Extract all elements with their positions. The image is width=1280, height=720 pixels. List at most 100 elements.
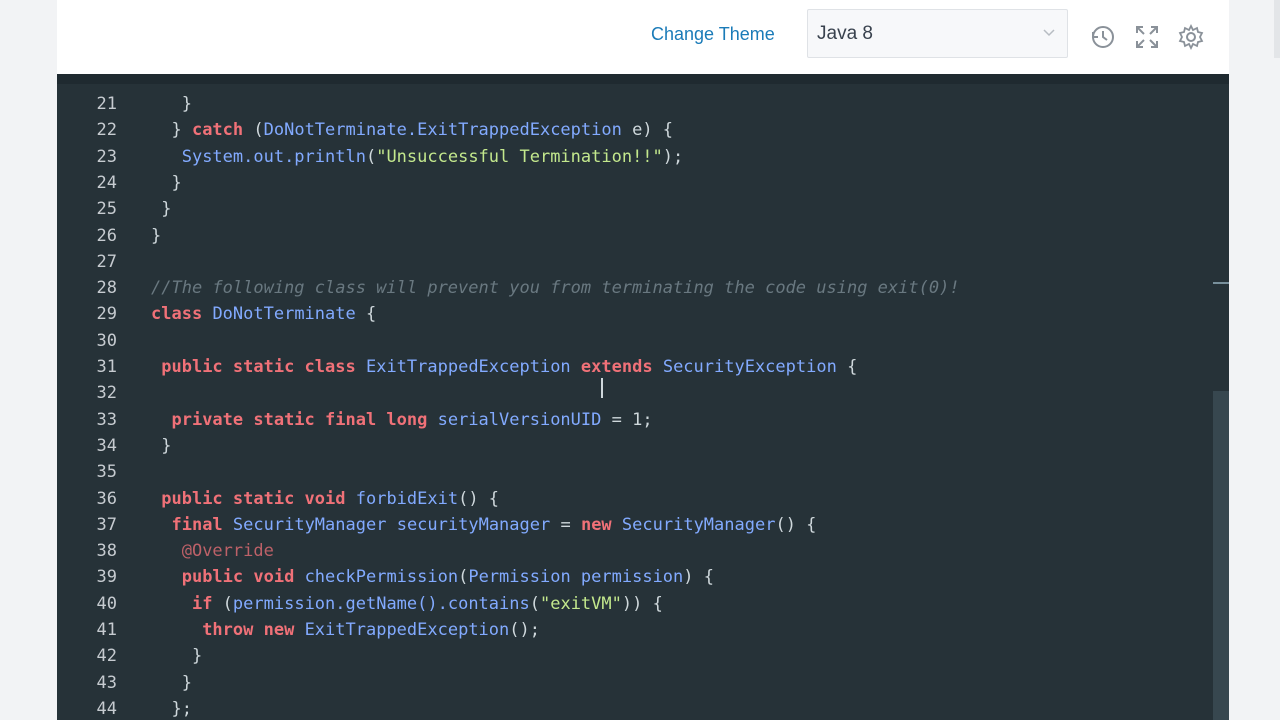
code-token: } (151, 94, 192, 114)
code-token: public void (181, 567, 295, 588)
change-theme-link[interactable]: Change Theme (651, 24, 775, 45)
line-number: 21 (96, 94, 117, 114)
line-number: 28 (96, 278, 117, 299)
code-token: } (151, 120, 192, 141)
code-line: } catch (DoNotTerminate.ExitTrappedExcep… (151, 120, 673, 140)
language-select[interactable]: Java 8 (807, 9, 1068, 58)
scrollbar-thumb[interactable] (1213, 391, 1229, 720)
code-token: } (151, 646, 203, 667)
code-line: } (151, 226, 161, 246)
code-token: { (836, 357, 858, 377)
code-line: if (permission.getName().contains("exitV… (151, 594, 663, 614)
code-token: public static class (161, 357, 356, 377)
line-number: 25 (96, 199, 117, 220)
code-token: public static void (161, 488, 346, 509)
line-number: 40 (96, 593, 117, 614)
code-line: @Override (151, 541, 274, 561)
settings-icon[interactable] (1177, 23, 1205, 51)
code-token: class (151, 304, 203, 325)
code-line: public static class ExitTrappedException… (151, 357, 857, 377)
line-number: 34 (96, 435, 117, 456)
code-token: DoNotTerminate.ExitTrappedException (263, 120, 622, 141)
code-token: ) { (683, 567, 714, 588)
code-token: { (355, 304, 377, 325)
code-token: } (151, 435, 172, 456)
code-token: = 1; (601, 409, 653, 430)
code-line: public static void forbidExit() { (151, 489, 499, 509)
line-number: 24 (96, 172, 117, 193)
code-token: ExitTrappedException (365, 357, 571, 377)
code-token: private static final long (171, 409, 428, 430)
editor-scrollbar[interactable] (1213, 84, 1229, 720)
code-line: } (151, 94, 192, 114)
code-token: new (580, 514, 612, 535)
code-token: () { (775, 514, 817, 535)
code-token: checkPermission (304, 567, 459, 588)
line-number: 32 (96, 383, 117, 404)
page-edge-mark (1274, 0, 1280, 58)
line-number: 38 (96, 541, 117, 562)
code-token: if (191, 593, 213, 614)
code-line: private static final long serialVersionU… (151, 409, 653, 430)
code-line: public void checkPermission(Permission p… (151, 567, 714, 587)
line-number: 44 (96, 698, 117, 719)
code-token: )) { (621, 593, 663, 614)
code-line: System.out.println("Unsuccessful Termina… (151, 146, 684, 167)
page-right-margin (1229, 0, 1280, 720)
line-number: 26 (96, 225, 117, 246)
line-number: 39 (96, 567, 117, 588)
code-token: = (550, 514, 581, 535)
code-token: e) { (621, 120, 674, 141)
code-token: serialVersionUID (437, 409, 602, 430)
fullscreen-icon[interactable] (1133, 23, 1161, 51)
code-token: } (151, 225, 162, 246)
code-token: ( (458, 567, 469, 588)
code-line: }; (151, 699, 191, 719)
line-number: 29 (96, 304, 117, 325)
line-number: 42 (96, 646, 117, 667)
code-token: ( (212, 593, 233, 614)
code-line: } (151, 673, 192, 693)
code-token: SecurityException (662, 357, 837, 377)
code-token: ( (243, 120, 264, 141)
code-token: ); (662, 146, 684, 167)
code-token: @Override (181, 541, 274, 562)
code-token: } (151, 172, 182, 193)
code-token: System.out.println (181, 146, 366, 167)
code-editor[interactable]: 21 22 23 24 25 26 27 28 29 30 31 32 33 34 35 36 37 38 39 40… (57, 74, 1229, 720)
code-token: forbidExit (355, 488, 459, 509)
code-token: extends (580, 357, 653, 377)
scrollbar-marker (1213, 282, 1229, 284)
code-token: throw new (202, 620, 295, 640)
code-token: catch (191, 120, 244, 141)
page-left-margin (0, 0, 57, 720)
code-token: final (171, 514, 223, 535)
code-line: } (151, 172, 182, 193)
language-select-value: Java 8 (817, 23, 873, 44)
reset-history-icon[interactable] (1089, 23, 1117, 51)
code-token: } (151, 199, 172, 220)
text-cursor-icon (601, 378, 603, 398)
line-number: 41 (96, 620, 117, 640)
line-number: 43 (96, 672, 117, 693)
code-line: //The following class will prevent you f… (151, 278, 960, 298)
line-number: 27 (96, 251, 117, 272)
code-line: } (151, 646, 202, 666)
code-line: class DoNotTerminate { (151, 304, 376, 324)
